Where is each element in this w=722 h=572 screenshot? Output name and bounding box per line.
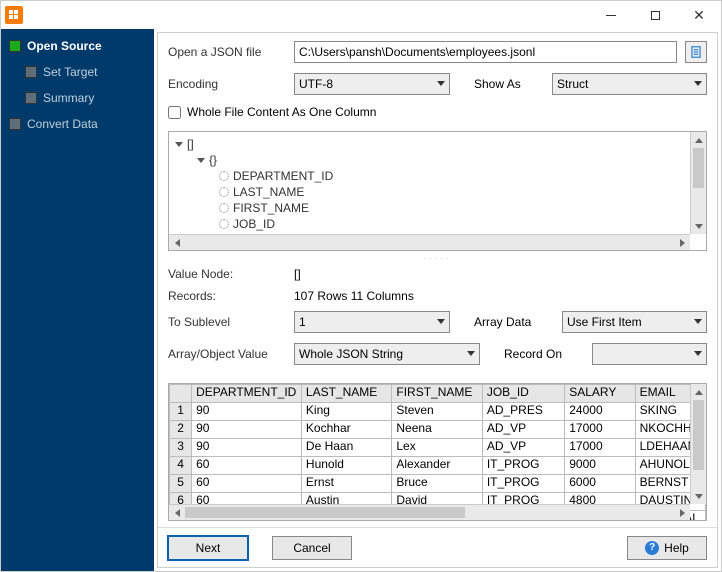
tree-field[interactable]: DEPARTMENT_ID: [233, 169, 333, 183]
field-icon: [219, 171, 229, 181]
table-cell: Hunold: [301, 457, 391, 475]
tree-field[interactable]: FIRST_NAME: [233, 201, 309, 215]
column-header[interactable]: DEPARTMENT_ID: [192, 385, 302, 403]
show-as-label: Show As: [474, 77, 544, 91]
table-vscroll[interactable]: [690, 384, 706, 504]
step-summary[interactable]: Summary: [1, 87, 154, 113]
field-icon: [219, 219, 229, 229]
window-controls: ✕: [589, 1, 721, 29]
table-row[interactable]: 190KingStevenAD_PRES24000SKING: [170, 403, 706, 421]
column-header[interactable]: FIRST_NAME: [392, 385, 482, 403]
tree-hscroll[interactable]: [169, 234, 690, 250]
document-icon: [689, 45, 703, 59]
wizard-sidebar: Open Source Set Target Summary Convert D…: [1, 29, 154, 571]
table-row[interactable]: 390De HaanLexAD_VP17000LDEHAAN: [170, 439, 706, 457]
table-cell: 90: [192, 421, 302, 439]
field-icon: [219, 187, 229, 197]
wizard-footer: Next Cancel ?Help: [158, 527, 717, 567]
minimize-button[interactable]: [589, 1, 633, 29]
table-cell: Ernst: [301, 475, 391, 493]
table-cell: Steven: [392, 403, 482, 421]
table-cell: Bruce: [392, 475, 482, 493]
table-cell: 90: [192, 439, 302, 457]
title-bar: ✕: [1, 1, 721, 29]
tree-field[interactable]: JOB_ID: [233, 217, 275, 231]
table-cell: Kochhar: [301, 421, 391, 439]
tree-vscroll[interactable]: [690, 132, 706, 234]
table-row[interactable]: 560ErnstBruceIT_PROG6000BERNST: [170, 475, 706, 493]
table-row[interactable]: 290KochharNeenaAD_VP17000NKOCHH: [170, 421, 706, 439]
table-cell: De Haan: [301, 439, 391, 457]
table-hscroll[interactable]: [169, 504, 690, 520]
close-button[interactable]: ✕: [677, 1, 721, 29]
table-cell: 60: [192, 475, 302, 493]
cancel-button[interactable]: Cancel: [272, 536, 352, 560]
table-row[interactable]: 460HunoldAlexanderIT_PROG9000AHUNOL: [170, 457, 706, 475]
record-on-select[interactable]: [592, 343, 707, 365]
expand-icon[interactable]: [197, 158, 205, 163]
tree-root: []: [187, 137, 194, 151]
table-cell: 9000: [565, 457, 635, 475]
splitter[interactable]: ·····: [168, 255, 707, 261]
step-open-source[interactable]: Open Source: [1, 35, 154, 61]
browse-button[interactable]: [685, 41, 707, 63]
array-object-label: Array/Object Value: [168, 347, 286, 361]
help-button[interactable]: ?Help: [627, 536, 707, 560]
open-file-label: Open a JSON file: [168, 45, 286, 59]
column-header[interactable]: LAST_NAME: [301, 385, 391, 403]
content-pane: Open a JSON file Encoding UTF-8 Show As …: [157, 32, 718, 568]
table-cell: Lex: [392, 439, 482, 457]
array-data-label: Array Data: [474, 315, 554, 329]
step-label: Convert Data: [27, 117, 98, 131]
maximize-button[interactable]: [633, 1, 677, 29]
table-cell: King: [301, 403, 391, 421]
step-label: Summary: [43, 91, 94, 105]
table-cell: 90: [192, 403, 302, 421]
show-as-select[interactable]: Struct: [552, 73, 707, 95]
tree-obj: {}: [209, 153, 217, 167]
records-value: 107 Rows 11 Columns: [294, 289, 414, 303]
table-cell: 17000: [565, 421, 635, 439]
column-header[interactable]: JOB_ID: [482, 385, 564, 403]
table-cell: 60: [192, 457, 302, 475]
table-cell: AD_VP: [482, 421, 564, 439]
value-node-label: Value Node:: [168, 267, 294, 281]
to-sublevel-select[interactable]: 1: [294, 311, 450, 333]
whole-file-checkbox[interactable]: [168, 106, 181, 119]
step-convert-data[interactable]: Convert Data: [1, 113, 154, 139]
array-data-select[interactable]: Use First Item: [562, 311, 707, 333]
table-cell: 6000: [565, 475, 635, 493]
column-header[interactable]: SALARY: [565, 385, 635, 403]
field-icon: [219, 203, 229, 213]
step-label: Open Source: [27, 39, 102, 53]
table-cell: Neena: [392, 421, 482, 439]
table-cell: Alexander: [392, 457, 482, 475]
tree-field[interactable]: LAST_NAME: [233, 185, 304, 199]
file-path-input[interactable]: [294, 41, 677, 63]
array-object-select[interactable]: Whole JSON String: [294, 343, 480, 365]
help-icon: ?: [645, 541, 659, 555]
table-cell: IT_PROG: [482, 457, 564, 475]
table-cell: AD_PRES: [482, 403, 564, 421]
records-label: Records:: [168, 289, 294, 303]
preview-table[interactable]: DEPARTMENT_IDLAST_NAMEFIRST_NAMEJOB_IDSA…: [168, 383, 707, 521]
value-node-value: []: [294, 267, 301, 281]
encoding-label: Encoding: [168, 77, 286, 91]
whole-file-label: Whole File Content As One Column: [187, 105, 376, 119]
json-tree[interactable]: [] {} DEPARTMENT_ID LAST_NAME FIRST_NAME…: [168, 131, 707, 251]
next-button[interactable]: Next: [168, 536, 248, 560]
table-cell: IT_PROG: [482, 475, 564, 493]
expand-icon[interactable]: [175, 142, 183, 147]
table-cell: 17000: [565, 439, 635, 457]
step-set-target[interactable]: Set Target: [1, 61, 154, 87]
app-icon: [5, 6, 23, 24]
encoding-select[interactable]: UTF-8: [294, 73, 450, 95]
table-cell: AD_VP: [482, 439, 564, 457]
step-label: Set Target: [43, 65, 97, 79]
record-on-label: Record On: [504, 347, 584, 361]
to-sublevel-label: To Sublevel: [168, 315, 286, 329]
table-cell: 24000: [565, 403, 635, 421]
